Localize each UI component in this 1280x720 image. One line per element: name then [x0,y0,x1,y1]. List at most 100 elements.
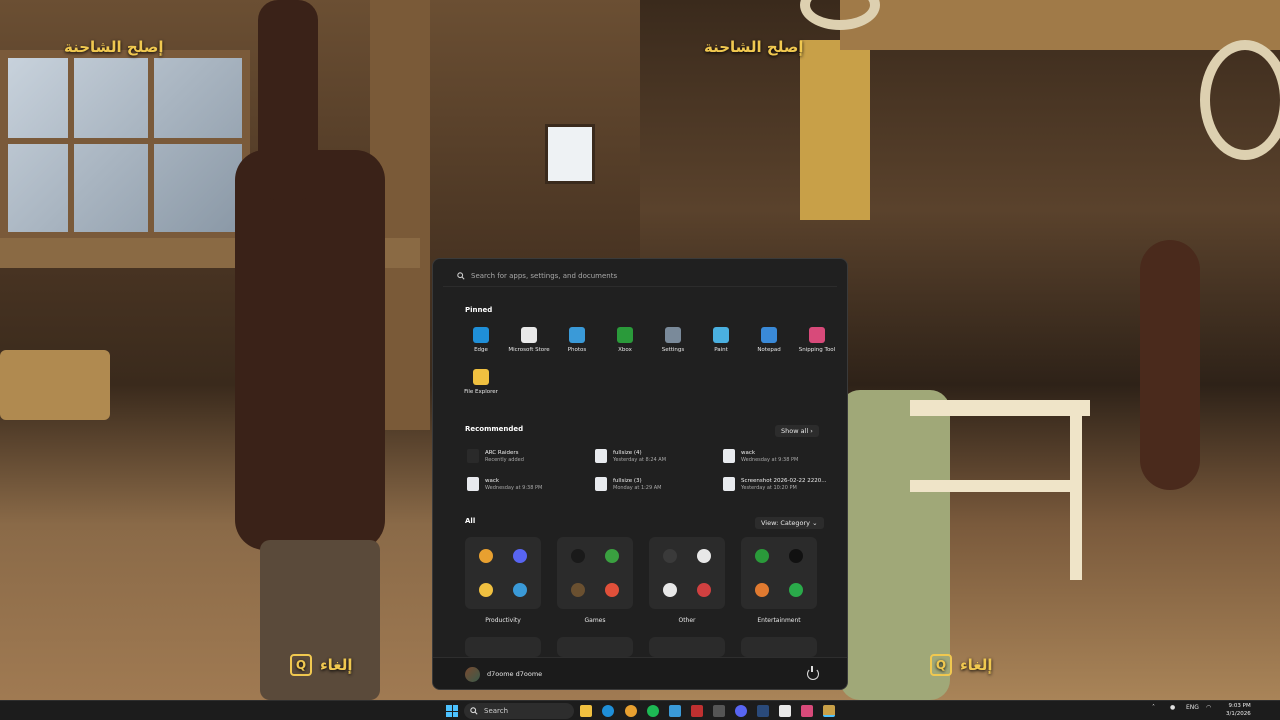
store-icon [521,327,537,343]
file-explorer-icon[interactable] [580,705,592,717]
category-folder[interactable] [741,537,817,609]
adobe-icon [697,583,711,597]
spotify-icon[interactable] [647,705,659,717]
recommended-name: fullsize (4) [613,449,642,456]
pinned-app[interactable]: Notepad [745,327,793,353]
news-icon[interactable] [691,705,703,717]
store-icon[interactable] [669,705,681,717]
view-category-dropdown[interactable]: View: Category ⌄ [755,517,824,529]
search-icon [470,707,478,715]
category-label: Other [678,617,696,624]
obs-icon [467,477,479,491]
photos-icon [569,327,585,343]
character-right [1140,240,1200,490]
view-category-label: View: Category [761,519,811,527]
recommended-item[interactable]: ARC Raiders Recently added [467,449,524,463]
objective-text-right: إصلح الشاحنة [704,38,804,56]
epic-games-icon [789,549,803,563]
taskbar-search-label: Search [484,707,509,715]
pinned-app[interactable]: Photos [553,327,601,353]
minecraft-block-icon [571,583,585,597]
category-folder[interactable] [557,537,633,609]
arc-raiders-icon [571,549,585,563]
recommended-item[interactable]: fullsize (4) Yesterday at 8:24 AM [595,449,666,463]
snipping-tool-icon [809,327,825,343]
pinned-title: Pinned [465,306,493,314]
steam-icon [663,583,677,597]
all-title: All [465,517,476,525]
taskbar-search[interactable]: Search [464,703,574,719]
category-folder[interactable] [649,637,725,657]
pinned-app[interactable]: Settings [649,327,697,353]
power-icon[interactable] [807,666,819,680]
category-folder[interactable] [557,637,633,657]
cancel-label-left: إلغاء [320,656,353,674]
clock-date: 3/1/2026 [1226,711,1251,717]
pinned-app-label: Edge [474,347,488,353]
chevron-up-icon[interactable]: ˄ [1152,704,1155,711]
cancel-label-right: إلغاء [960,656,993,674]
show-all-button[interactable]: Show all › [775,425,819,437]
game-bundle-icon [605,583,619,597]
ms-store-icon [513,583,527,597]
paint-icon [713,327,729,343]
category-folder[interactable] [649,537,725,609]
start-search-input[interactable]: Search for apps, settings, and documents [443,265,837,287]
microphone-icon[interactable]: ● [1170,704,1175,711]
cancel-prompt-right[interactable]: Q إلغاء [930,654,993,676]
game-window-icon[interactable] [823,705,835,717]
category-folder[interactable] [465,637,541,657]
user-name[interactable]: d7oome d7oome [487,670,542,678]
discord-icon[interactable] [735,705,747,717]
pinned-app[interactable]: Edge [457,327,505,353]
recommended-item[interactable]: wack Wednesday at 9:38 PM [723,449,798,463]
pinned-app[interactable]: Paint [697,327,745,353]
folder-icon [479,583,493,597]
language-indicator[interactable]: ENG [1186,704,1199,711]
recommended-item[interactable]: Screenshot 2026-02-22 2220... Yesterday a… [723,477,826,491]
notepad-icon [761,327,777,343]
character-left [235,150,385,550]
start-menu: Search for apps, settings, and documents… [432,258,848,690]
windows-start-button[interactable] [446,705,458,717]
category-label: Games [584,617,606,624]
recommended-subtitle: Wednesday at 9:38 PM [741,456,799,463]
wifi-icon[interactable]: ◠ [1206,704,1211,711]
file-icon [723,449,735,463]
pinned-app[interactable]: Microsoft Store [505,327,553,353]
pinned-app[interactable]: File Explorer [457,369,505,395]
obs-icon [663,549,677,563]
clock[interactable]: 9:03 PM 3/1/2026 [1226,702,1251,718]
recommended-item[interactable]: wack Wednesday at 9:38 PM [467,477,542,491]
edge-icon [473,327,489,343]
recommended-subtitle: Monday at 1:29 AM [613,484,662,491]
steam-icon[interactable] [757,705,769,717]
settings-icon[interactable] [713,705,725,717]
file-icon [595,477,607,491]
cancel-prompt-left[interactable]: Q إلغاء [290,654,353,676]
file-icon [595,449,607,463]
avatar[interactable] [465,667,480,682]
q-key-icon: Q [290,654,312,676]
recommended-title: Recommended [465,425,524,433]
controller-icon[interactable] [779,705,791,717]
xbox-icon [617,327,633,343]
recommended-subtitle: Wednesday at 9:38 PM [485,484,543,491]
objective-text-left: إصلح الشاحنة [64,38,164,56]
recommended-subtitle: Recently added [485,456,524,463]
pinned-app[interactable]: Xbox [601,327,649,353]
recommended-item[interactable]: fullsize (3) Monday at 1:29 AM [595,477,662,491]
pinned-app[interactable]: Snipping Tool [793,327,841,353]
chrome-icon[interactable] [625,705,637,717]
discord-icon [513,549,527,563]
category-folder[interactable] [741,637,817,657]
hay-bale [0,350,110,420]
settings-icon [665,327,681,343]
game-pass-icon [789,583,803,597]
clock-time: 9:03 PM [1228,703,1251,709]
pinned-app-label: Snipping Tool [798,347,836,353]
category-folder[interactable] [465,537,541,609]
snipping-tool-icon[interactable] [801,705,813,717]
recommended-name: wack [741,449,756,456]
edge-icon[interactable] [602,705,614,717]
